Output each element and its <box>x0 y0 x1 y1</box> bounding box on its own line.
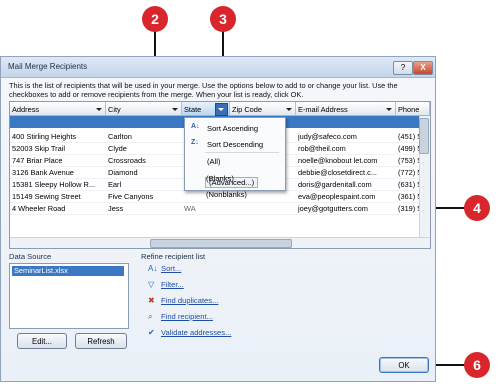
column-header-address[interactable]: Address <box>10 102 106 116</box>
phone-cell: (631) 5 <box>398 180 422 189</box>
column-header-zip[interactable]: Zip Code <box>230 102 296 116</box>
filter-icon: ▽ <box>148 280 155 289</box>
callout-3: 3 <box>210 6 236 32</box>
data-source-list[interactable]: SeminarList.xlsx <box>9 263 129 329</box>
intro-line-2: checkboxes to add or remove recipients f… <box>9 90 304 99</box>
find-recipient-link[interactable]: Find recipient... <box>161 312 213 321</box>
horizontal-scroll-thumb[interactable] <box>150 239 292 248</box>
chevron-down-icon[interactable] <box>386 108 392 111</box>
sort-link[interactable]: Sort... <box>161 264 181 273</box>
address-cell: 747 Briar Place <box>12 156 63 165</box>
duplicates-icon: ✖ <box>148 296 155 305</box>
phone-cell: (499) 5 <box>398 144 422 153</box>
sort-ascending-item[interactable]: Sort Ascending <box>207 124 258 133</box>
column-header-phone[interactable]: Phone <box>396 102 430 116</box>
column-label-zip: Zip Code <box>232 105 262 114</box>
chevron-down-icon[interactable] <box>96 108 102 111</box>
email-cell: noelle@knobout let.com <box>298 156 378 165</box>
city-cell: Five Canyons <box>108 192 154 201</box>
table-row[interactable] <box>10 214 430 224</box>
email-cell: eva@peoplespaint.com <box>298 192 376 201</box>
column-label-address: Address <box>12 105 40 114</box>
email-cell: joey@gotgutters.com <box>298 204 368 213</box>
blanks-item-visible[interactable]: (Blanks) <box>206 174 234 183</box>
data-source-label: Data Source <box>9 252 52 261</box>
email-cell: rob@theil.com <box>298 144 346 153</box>
nonblanks-item-visible[interactable]: (Nonblanks) <box>206 190 247 199</box>
city-cell: Diamond <box>108 168 138 177</box>
find-duplicates-link[interactable]: Find duplicates... <box>161 296 218 305</box>
city-cell: Carlton <box>108 132 132 141</box>
address-cell: 3126 Bank Avenue <box>12 168 74 177</box>
intro-text: This is the list of recipients that will… <box>9 81 429 99</box>
horizontal-scrollbar[interactable] <box>10 237 430 248</box>
email-cell: debbie@closetdirect.c... <box>298 168 377 177</box>
validate-addresses-link[interactable]: Validate addresses... <box>161 328 231 337</box>
address-cell: 400 Stirling Heights <box>12 132 77 141</box>
column-label-state: State <box>184 105 202 114</box>
email-cell: doris@gardenitall.com <box>298 180 372 189</box>
refine-list-label: Refine recipient list <box>141 252 206 261</box>
phone-cell: (772) 5 <box>398 168 422 177</box>
find-recipient-icon: ⌕ <box>148 312 153 321</box>
state-filter-dropdown-icon[interactable] <box>215 103 228 116</box>
sort-descending-icon: Z↓ <box>191 139 199 146</box>
chevron-down-icon[interactable] <box>172 108 178 111</box>
city-cell: Crossroads <box>108 156 146 165</box>
mail-merge-recipients-dialog: Mail Merge Recipients ? X This is the li… <box>0 56 436 382</box>
column-label-phone: Phone <box>398 105 420 114</box>
address-cell: 15381 Sleepy Hollow R... <box>12 180 95 189</box>
column-header-state[interactable]: State <box>182 102 230 116</box>
ok-button[interactable]: OK <box>379 357 429 373</box>
address-cell: 4 Wheeler Road <box>12 204 66 213</box>
email-cell: judy@safeco.com <box>298 132 357 141</box>
city-cell: Clyde <box>108 144 127 153</box>
dialog-title: Mail Merge Recipients <box>8 62 88 71</box>
column-header-email[interactable]: E-mail Address <box>296 102 396 116</box>
data-source-item[interactable]: SeminarList.xlsx <box>12 266 124 276</box>
city-cell: Earl <box>108 180 122 189</box>
city-cell: Jess <box>108 204 124 213</box>
title-bar: Mail Merge Recipients ? X <box>1 57 435 78</box>
phone-cell: (451) 5 <box>398 132 422 141</box>
intro-line-1: This is the list of recipients that will… <box>9 81 398 90</box>
edit-button[interactable]: Edit... <box>17 333 67 349</box>
callout-4: 4 <box>464 195 490 221</box>
address-cell: 15149 Sewing Street <box>12 192 81 201</box>
phone-cell: (319) 5 <box>398 204 422 213</box>
filter-link[interactable]: Filter... <box>161 280 184 289</box>
column-label-email: E-mail Address <box>298 105 348 114</box>
menu-separator <box>205 152 279 153</box>
validate-icon: ✔ <box>148 328 155 337</box>
column-header-city[interactable]: City <box>106 102 182 116</box>
phone-cell: (361) 5 <box>398 192 422 201</box>
chevron-down-icon[interactable] <box>286 108 292 111</box>
address-cell: 52003 Skip Trail <box>12 144 65 153</box>
state-filter-menu: A↓ Sort Ascending Z↓ Sort Descending (Al… <box>184 117 286 191</box>
phone-cell: (753) 5 <box>398 156 422 165</box>
help-button[interactable]: ? <box>393 61 413 75</box>
refresh-button[interactable]: Refresh <box>75 333 127 349</box>
callout-6: 6 <box>464 352 490 378</box>
callout-line-6 <box>436 364 466 366</box>
column-label-city: City <box>108 105 121 114</box>
sort-descending-item[interactable]: Sort Descending <box>207 140 263 149</box>
callout-2: 2 <box>142 6 168 32</box>
sort-icon: A↓ <box>148 264 158 273</box>
vertical-scroll-thumb[interactable] <box>419 118 429 154</box>
close-button[interactable]: X <box>413 61 433 75</box>
all-item[interactable]: (All) <box>207 157 221 166</box>
state-cell: WA <box>184 204 196 213</box>
sort-ascending-icon: A↓ <box>191 123 200 130</box>
